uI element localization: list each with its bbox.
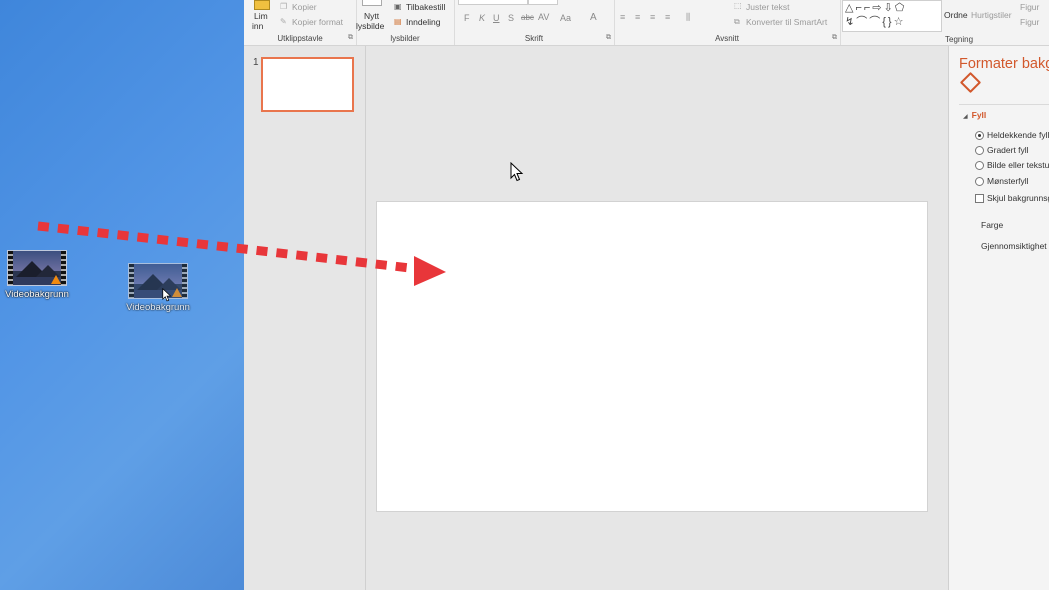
new-slide-icon [362, 0, 382, 6]
underline-button[interactable]: U [493, 13, 500, 23]
video-file-icon [7, 250, 67, 286]
radio-pattern-fill[interactable] [975, 177, 984, 186]
columns-icon[interactable]: ⫼ [686, 12, 690, 23]
align-center-icon[interactable]: ≡ [635, 12, 640, 22]
quick-styles-button[interactable]: Hurtigstiler [971, 10, 1012, 20]
change-case-button[interactable]: Aa [560, 13, 571, 23]
hide-graphics-checkbox[interactable] [975, 194, 984, 203]
slide-canvas[interactable] [376, 201, 928, 512]
format-painter-icon: ✎ [280, 17, 287, 26]
format-background-pane: Formater bakgrunn ◢Fyll Heldekkende fyll… [948, 46, 1049, 590]
char-spacing-button[interactable]: AV [538, 12, 549, 22]
desktop-file-videobakgrunn[interactable]: Videobakgrunn [0, 250, 77, 300]
group-label-clipboard: Utklippstavle [277, 34, 323, 43]
drag-cursor-icon [162, 288, 172, 302]
shadow-button[interactable]: S [508, 13, 514, 23]
align-left-icon[interactable]: ≡ [620, 12, 625, 22]
new-slide-button-line1[interactable]: Nytt [364, 11, 379, 21]
new-slide-button-line2[interactable]: lysbilde [356, 21, 384, 31]
option-label: Mønsterfyll [987, 176, 1029, 186]
slide-editor [366, 46, 948, 590]
option-label: Heldekkende fyll [987, 130, 1049, 140]
file-label: Videobakgrunn [126, 302, 190, 313]
ribbon-group-font: F K U S abc AV Aa A Skrift ⧉ [454, 0, 615, 45]
vlc-icon [172, 288, 182, 297]
align-text-button[interactable]: Juster tekst [746, 2, 789, 12]
powerpoint-window: Lim inn ❐ Kopier ✎ Kopier format Utklipp… [244, 0, 1049, 590]
shape-fill-button[interactable]: Figur [1020, 2, 1039, 12]
collapse-triangle-icon: ◢ [963, 114, 968, 120]
convert-smartart-button[interactable]: Konverter til SmartArt [746, 17, 827, 27]
option-label: Bilde eller tekstur [987, 160, 1049, 170]
font-name-box[interactable] [458, 0, 528, 5]
reset-icon: ▣ [394, 2, 402, 11]
group-label-font: Skrift [524, 34, 544, 43]
dragged-file-videobakgrunn[interactable]: Videobakgrunn [118, 263, 198, 313]
strikethrough-button[interactable]: abc [521, 13, 534, 22]
section-icon: ▤ [394, 17, 402, 26]
ribbon-group-slides: Nytt lysbilde ▣ Tilbakestill ▤ Inndeling… [356, 0, 455, 45]
pane-title: Formater bakgrunn [959, 56, 1049, 72]
dialog-launcher-icon[interactable]: ⧉ [832, 34, 837, 42]
fill-bucket-icon[interactable] [959, 71, 982, 94]
align-text-icon: ⬚ [734, 1, 742, 10]
group-label-drawing: Tegning [945, 35, 974, 44]
radio-solid-fill[interactable] [975, 131, 984, 140]
hide-graphics-label: Skjul bakgrunnsgrafikk [987, 193, 1049, 203]
arrange-button[interactable]: Ordne [944, 10, 968, 20]
file-label: Videobakgrunn [5, 289, 69, 300]
dialog-launcher-icon[interactable]: ⧉ [348, 34, 353, 42]
slide-number: 1 [253, 57, 259, 68]
font-size-box[interactable] [528, 0, 558, 5]
slide-thumbnail[interactable] [261, 57, 354, 112]
justify-icon[interactable]: ≡ [665, 12, 670, 22]
smartart-icon: ⧉ [734, 17, 740, 26]
divider [959, 104, 1049, 105]
font-color-button[interactable]: A [590, 12, 597, 23]
paste-icon [254, 0, 270, 10]
slide-thumbnail-pane: 1 [244, 46, 366, 590]
paste-button-line1[interactable]: Lim [254, 11, 268, 21]
ribbon-group-paragraph: ≡ ≡ ≡ ≡ ⫼ ⬚ Juster tekst ⧉ Konverter til… [614, 0, 841, 45]
shapes-gallery[interactable]: △⌐⌐⇨⇩⬠ ↯⌒⌒{}☆ [842, 0, 942, 32]
video-file-icon [128, 263, 188, 299]
italic-button[interactable]: K [479, 13, 485, 23]
dialog-launcher-icon[interactable]: ⧉ [606, 34, 611, 42]
shapes-icon: △⌐⌐⇨⇩⬠ ↯⌒⌒{}☆ [845, 2, 907, 28]
desktop: Videobakgrunn Videobakgrunn [0, 0, 244, 590]
copy-button[interactable]: Kopier [292, 2, 317, 12]
transparency-label: Gjennomsiktighet [981, 241, 1047, 251]
ribbon-group-clipboard: Lim inn ❐ Kopier ✎ Kopier format Utklipp… [244, 0, 357, 45]
vlc-icon [51, 275, 61, 284]
color-label: Farge [981, 220, 1004, 230]
radio-gradient-fill[interactable] [975, 146, 984, 155]
shape-outline-button[interactable]: Figur [1020, 17, 1039, 27]
ribbon: Lim inn ❐ Kopier ✎ Kopier format Utklipp… [244, 0, 1049, 46]
group-label-paragraph: Avsnitt [715, 34, 739, 43]
reset-button[interactable]: Tilbakestill [406, 2, 445, 12]
bold-button[interactable]: F [464, 13, 470, 23]
radio-picture-fill[interactable] [975, 161, 984, 170]
align-right-icon[interactable]: ≡ [650, 12, 655, 22]
mouse-cursor-icon [510, 162, 524, 182]
copy-icon: ❐ [280, 2, 288, 11]
paste-button-line2[interactable]: inn [252, 21, 263, 31]
group-label-slides: lysbilder [390, 34, 420, 43]
fill-section-header[interactable]: ◢ Fyll [963, 110, 986, 120]
section-button[interactable]: Inndeling [406, 17, 441, 27]
format-painter-button[interactable]: Kopier format [292, 17, 343, 27]
option-label: Gradert fyll [987, 145, 1029, 155]
